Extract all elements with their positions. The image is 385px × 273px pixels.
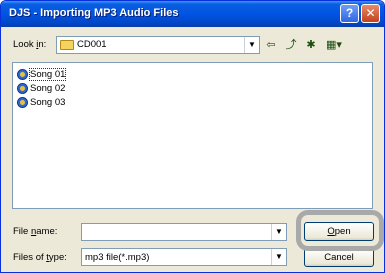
close-button[interactable]: ✕ <box>361 4 380 23</box>
file-name-label: File name: <box>13 226 58 237</box>
view-menu-button[interactable]: ▦▾ <box>323 38 345 52</box>
files-of-type-dropdown[interactable]: mp3 file(*.mp3) ▼ <box>81 248 287 266</box>
help-button[interactable]: ? <box>340 4 359 23</box>
title-bar[interactable]: DJS - Importing MP3 Audio Files ? ✕ <box>1 1 384 27</box>
close-icon: ✕ <box>365 6 376 20</box>
up-folder-button[interactable]: ⤴ <box>283 38 299 52</box>
view-menu-icon: ▦▾ <box>326 39 342 51</box>
audio-file-icon <box>17 83 28 94</box>
files-of-type-value: mp3 file(*.mp3) <box>85 252 150 263</box>
file-dialog-window: DJS - Importing MP3 Audio Files ? ✕ Look… <box>0 0 385 273</box>
chevron-down-icon: ▼ <box>275 227 283 236</box>
files-of-type-label: Files of type: <box>13 252 67 263</box>
new-folder-button[interactable]: ✱ <box>303 38 319 52</box>
file-name-dropdown-arrow[interactable]: ▼ <box>271 224 286 240</box>
window-title: DJS - Importing MP3 Audio Files <box>9 7 179 19</box>
audio-file-icon <box>17 97 28 108</box>
back-button[interactable]: ⇦ <box>263 38 279 52</box>
chevron-down-icon: ▼ <box>248 40 256 49</box>
file-name-label: Song 01 <box>28 68 67 81</box>
files-of-type-dropdown-arrow[interactable]: ▼ <box>271 249 286 265</box>
open-button-highlight <box>296 210 384 251</box>
audio-file-icon <box>17 69 28 80</box>
look-in-dropdown-arrow[interactable]: ▼ <box>244 37 259 53</box>
folder-icon <box>60 40 74 50</box>
new-folder-icon: ✱ <box>306 39 316 51</box>
file-name-field[interactable]: ▼ <box>81 223 287 241</box>
look-in-dropdown[interactable]: CD001 ▼ <box>56 36 260 54</box>
look-in-value: CD001 <box>77 39 107 50</box>
file-name-label: Song 02 <box>30 83 66 94</box>
look-in-label: Look in: <box>13 39 47 50</box>
file-list[interactable]: Song 01 Song 02 Song 03 <box>12 62 373 209</box>
file-name-label: Song 03 <box>30 97 66 108</box>
back-arrow-icon: ⇦ <box>266 39 276 51</box>
chevron-down-icon: ▼ <box>275 252 283 261</box>
up-folder-icon: ⤴ <box>285 39 297 51</box>
help-icon: ? <box>345 6 354 20</box>
